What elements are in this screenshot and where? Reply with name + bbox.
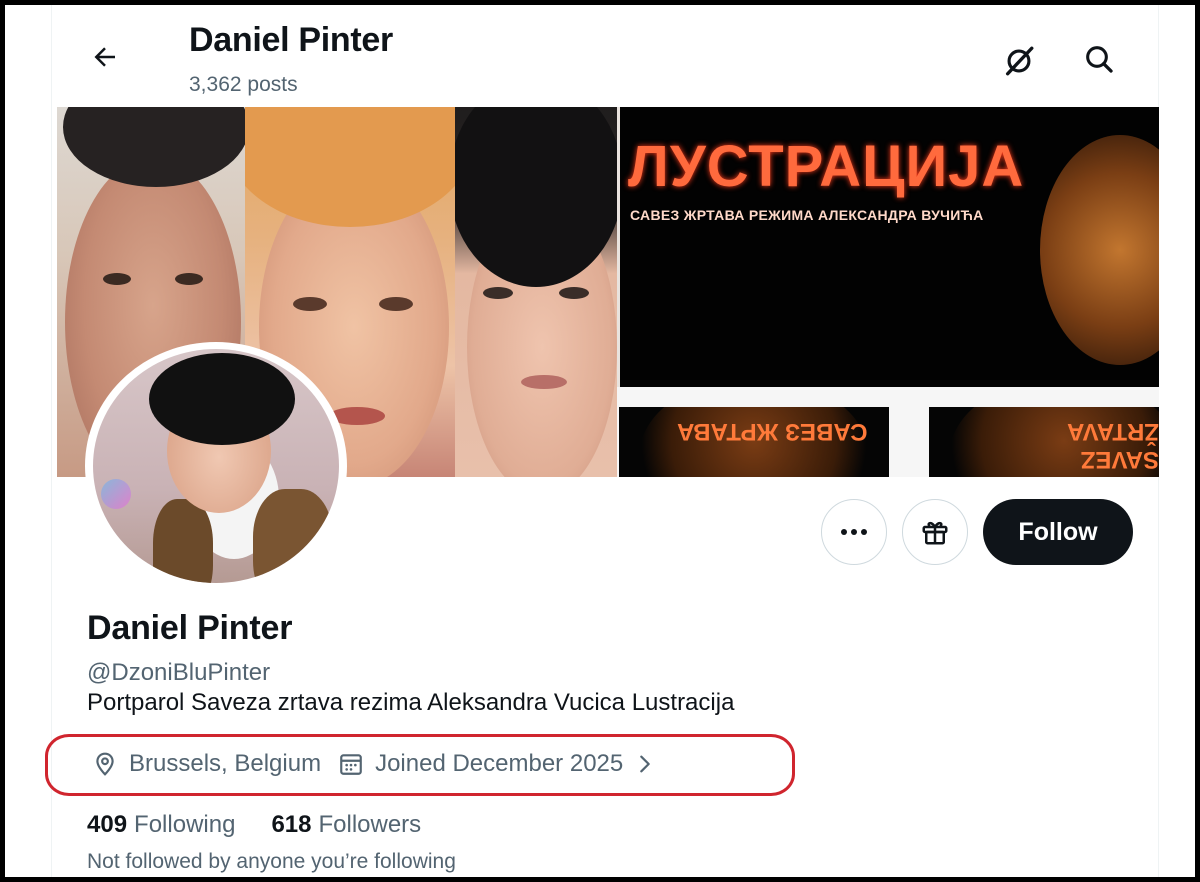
poster-tile-right: SAVEZ ŽRTAVA [929, 407, 1159, 477]
red-highlight-outline [45, 734, 795, 796]
arrow-left-icon [94, 47, 115, 67]
follow-button[interactable]: Follow [983, 499, 1133, 565]
header-title: Daniel Pinter [189, 21, 393, 59]
gift-icon [922, 522, 948, 545]
poster-tile-right-text: SAVEZ ŽRTAVA [1067, 418, 1159, 473]
banner-poster: ЛУСТРАЦИЈА САВЕЗ ЖРТАВА РЕЖИМА АЛЕКСАНДР… [620, 107, 1159, 387]
post-count: 3,362 posts [189, 73, 298, 96]
poster-tile-left: САВЕЗ ЖРТАВА [619, 407, 889, 477]
not-followed-notice: Not followed by anyone you’re following [87, 850, 456, 873]
following-count: 409 [87, 811, 128, 838]
search-button[interactable] [1077, 37, 1121, 81]
profile-name: Daniel Pinter [87, 609, 293, 647]
profile-bio: Portparol Saveza zrtava rezima Aleksandr… [87, 689, 735, 716]
following-label: Following [134, 811, 236, 838]
scales-emblem [1040, 135, 1159, 365]
banner-poster-tiles: САВЕЗ ЖРТАВА SAVEZ ŽRTAVA [617, 387, 1159, 477]
followers-link[interactable]: 618 Followers [271, 811, 421, 839]
following-link[interactable]: 409 Following [87, 811, 235, 839]
grok-button[interactable] [997, 39, 1041, 83]
poster-title: ЛУСТРАЦИЈА [628, 134, 1025, 199]
back-button[interactable] [83, 35, 127, 79]
more-button[interactable] [821, 499, 887, 565]
grok-slash-icon [1005, 46, 1034, 76]
search-icon [1086, 46, 1113, 73]
screenshot-frame: Daniel Pinter 3,362 posts ЛУСТРАЦИЈА САВ… [5, 5, 1195, 877]
follow-stats: 409 Following 618 Followers [87, 811, 421, 839]
banner-photo-man-bob [455, 107, 617, 477]
followers-count: 618 [271, 811, 312, 838]
followers-label: Followers [318, 811, 422, 838]
profile-handle: @DzoniBluPinter [87, 659, 271, 686]
gift-button[interactable] [902, 499, 968, 565]
more-dots-icon [841, 529, 867, 535]
avatar[interactable] [93, 349, 339, 583]
poster-tile-left-text: САВЕЗ ЖРТАВА [677, 418, 868, 445]
poster-subtitle: САВЕЗ ЖРТАВА РЕЖИМА АЛЕКСАНДРА ВУЧИЋА [630, 207, 984, 223]
